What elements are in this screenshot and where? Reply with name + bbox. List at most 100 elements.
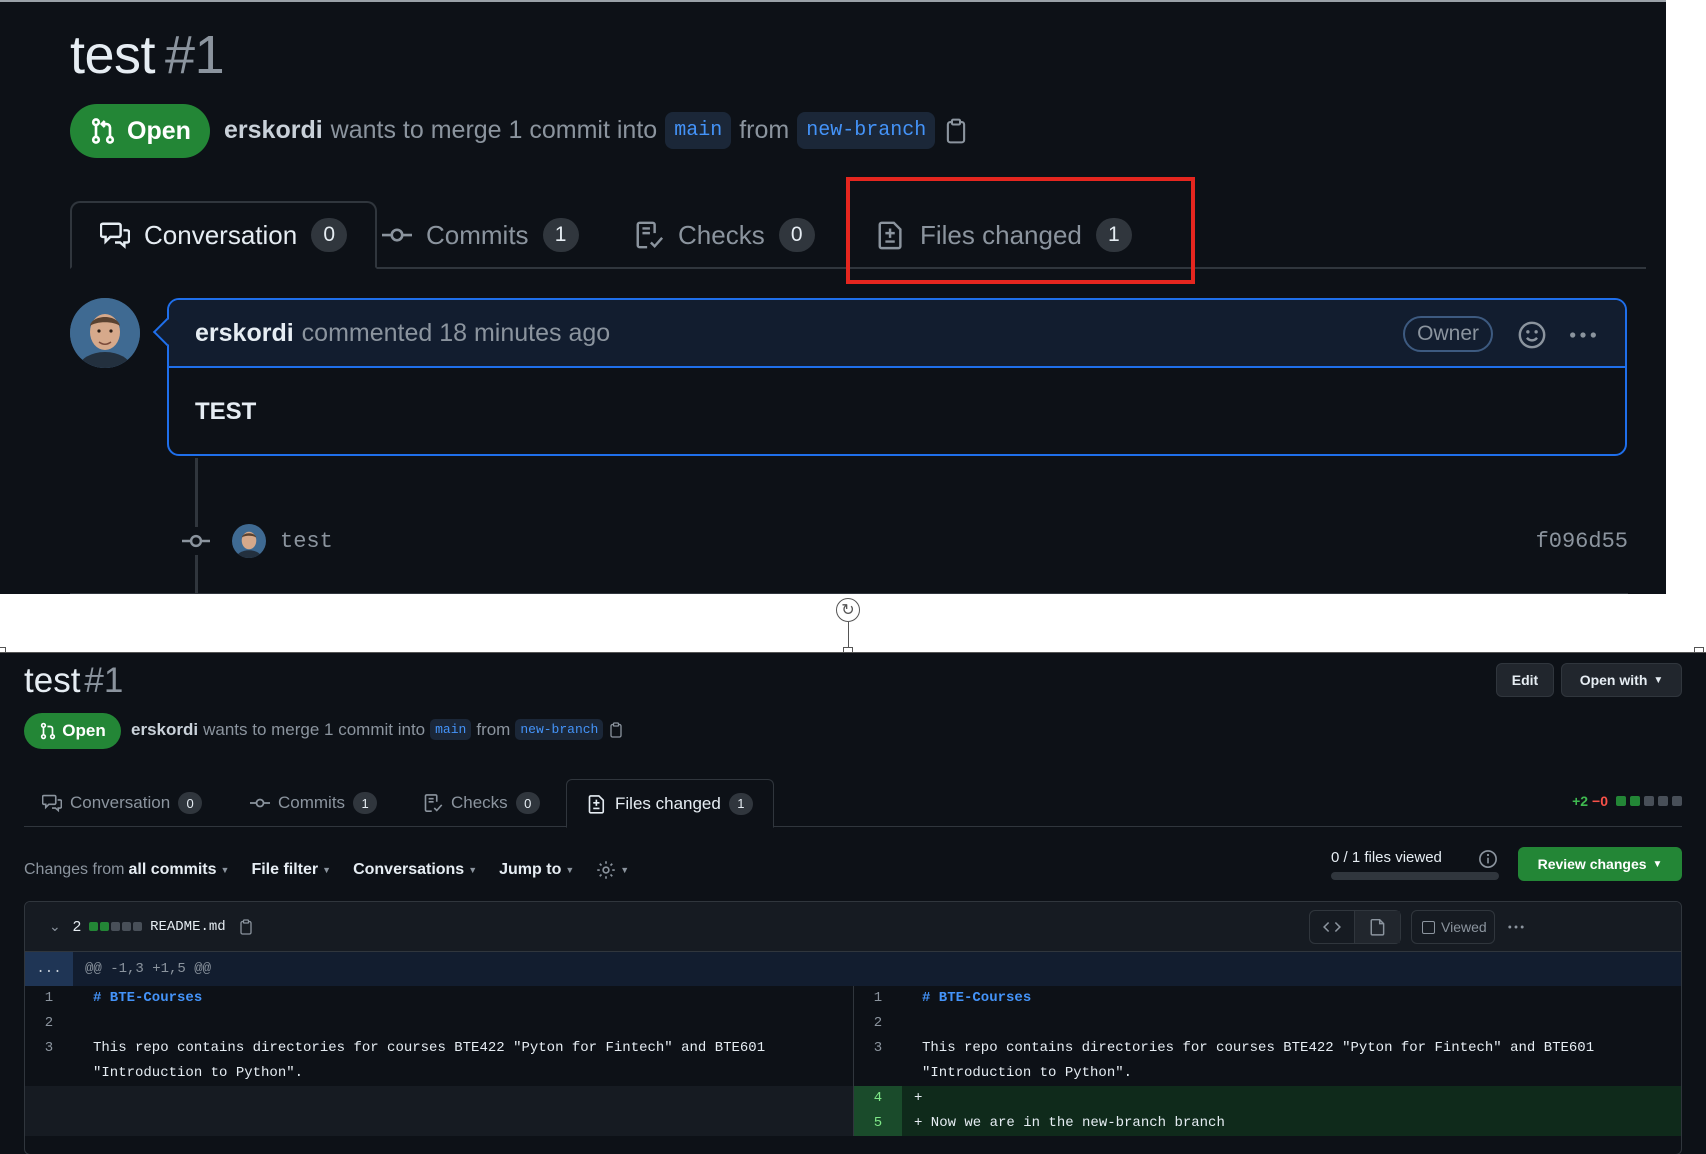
diff-line-empty [25, 1086, 853, 1136]
base-branch[interactable]: main [430, 719, 472, 740]
line-code: This repo contains directories for cours… [93, 1040, 774, 1081]
changes-from-dropdown[interactable]: Changes from all commits ▼ [24, 861, 229, 879]
edit-button[interactable]: Edit [1496, 663, 1554, 697]
open-with-button[interactable]: Open with ▼ [1561, 663, 1682, 697]
triangle-down-icon: ▼ [468, 865, 478, 875]
author-link[interactable]: erskordi [224, 116, 323, 145]
tab-conversation[interactable]: Conversation 0 [70, 201, 378, 269]
jump-to-dropdown[interactable]: Jump to ▼ [499, 861, 574, 879]
line-code: This repo contains directories for cours… [922, 1040, 1603, 1081]
base-branch[interactable]: main [665, 112, 732, 149]
copy-icon[interactable] [943, 117, 969, 145]
tab-label: Checks [678, 219, 765, 250]
git-commit-icon [382, 228, 412, 242]
comment-timestamp: commented 18 minutes ago [301, 318, 611, 347]
files-viewed-progress [1331, 872, 1499, 880]
code-view-button[interactable] [1310, 911, 1356, 943]
triangle-down-icon: ▼ [620, 865, 630, 875]
file-name[interactable]: README.md [150, 919, 226, 935]
rotate-handle-line [848, 622, 849, 650]
git-commit-icon [250, 798, 270, 808]
view-toggle [1309, 910, 1401, 944]
tab-counter: 0 [515, 792, 540, 814]
commit-message[interactable]: test [280, 529, 333, 554]
line-number[interactable]: 4 [854, 1086, 902, 1111]
triangle-down-icon: ▼ [565, 865, 575, 875]
conversations-dropdown[interactable]: Conversations ▼ [353, 861, 477, 879]
head-branch[interactable]: new-branch [515, 719, 604, 740]
rich-view-button[interactable] [1355, 911, 1400, 943]
tab-commits[interactable]: Commits 1 [382, 201, 579, 269]
tab-checks[interactable]: Checks 0 [423, 779, 540, 827]
head-branch[interactable]: new-branch [797, 112, 936, 149]
line-number[interactable]: 1 [25, 986, 73, 1011]
divider [70, 593, 1628, 594]
status-label: Open [62, 721, 106, 740]
line-code: # BTE-Courses [922, 990, 1032, 1006]
diff-line: 1 # BTE-Courses [25, 986, 853, 1011]
file-diff-icon [588, 794, 605, 814]
pull-request-icon [41, 722, 56, 740]
avatar[interactable] [232, 524, 266, 558]
copy-icon[interactable] [608, 721, 624, 739]
checklist-icon [636, 221, 664, 249]
commit-sha[interactable]: f096d55 [1536, 529, 1628, 554]
diff-right-side: 1 # BTE-Courses 2 3 This repo contains d… [854, 986, 1681, 1136]
open-with-label: Open with [1579, 672, 1648, 688]
triangle-down-icon: ▼ [322, 865, 332, 875]
tab-label: Files changed [615, 793, 721, 813]
pr-number: #1 [165, 25, 225, 85]
pr-number: #1 [84, 661, 124, 700]
diffstat-block [1630, 796, 1640, 806]
gear-icon [597, 861, 616, 879]
status-badge: Open [24, 713, 121, 749]
comment-author[interactable]: erskordi [195, 319, 294, 348]
tab-commits[interactable]: Commits 1 [250, 779, 378, 827]
line-code: + [914, 1090, 923, 1106]
highlight-box [846, 177, 1195, 284]
kebab-horizontal-icon[interactable] [1505, 918, 1527, 936]
diff-line: 3 This repo contains directories for cou… [854, 1036, 1681, 1086]
line-number[interactable]: 3 [854, 1036, 902, 1086]
commit-row: test f096d55 [182, 524, 1628, 558]
line-number[interactable]: 5 [854, 1111, 902, 1136]
jump-to-label: Jump to [499, 861, 562, 878]
diffstat-block [1658, 796, 1668, 806]
review-changes-button[interactable]: Review changes ▼ [1518, 847, 1682, 881]
pr-tabs: Conversation 0 Commits 1 Checks 0 Files … [24, 779, 1682, 828]
line-number[interactable]: 1 [854, 986, 902, 1011]
tab-files-changed[interactable]: Files changed 1 [566, 779, 774, 828]
line-number[interactable]: 3 [25, 1036, 73, 1086]
expand-hunk-button[interactable]: ... [25, 952, 73, 986]
viewed-label: Viewed [1441, 919, 1487, 935]
file-filter-dropdown[interactable]: File filter ▼ [251, 861, 331, 879]
copy-icon[interactable] [238, 918, 254, 936]
settings-dropdown[interactable]: ▼ [596, 860, 629, 880]
from-text: from [476, 719, 511, 739]
viewed-checkbox[interactable]: Viewed [1411, 910, 1495, 944]
tab-counter: 1 [353, 792, 378, 814]
diff-line: 3 This repo contains directories for cou… [25, 1036, 853, 1086]
rotate-handle-icon[interactable]: ↻ [836, 598, 860, 622]
smiley-icon[interactable] [1517, 320, 1547, 350]
kebab-horizontal-icon[interactable] [1567, 320, 1599, 350]
avatar[interactable] [70, 298, 140, 368]
comment-header: erskordi commented 18 minutes ago Owner [169, 300, 1625, 368]
tab-counter: 1 [728, 792, 753, 815]
tab-conversation[interactable]: Conversation 0 [42, 779, 203, 827]
line-number[interactable]: 2 [25, 1011, 73, 1036]
chevron-down-icon[interactable]: ⌄ [49, 918, 61, 935]
info-icon[interactable] [1478, 849, 1498, 869]
lines-added: +2 [1572, 793, 1589, 809]
author-link[interactable]: erskordi [131, 720, 198, 740]
diff-line-added: 5 + Now we are in the new-branch branch [854, 1111, 1681, 1136]
tab-counter: 0 [778, 218, 815, 252]
line-number[interactable]: 2 [854, 1011, 902, 1036]
status-badge: Open [70, 104, 210, 158]
lines-removed: −0 [1592, 793, 1608, 809]
from-text: from [739, 116, 790, 144]
diff-line-added: 4 + [854, 1086, 1681, 1111]
tab-checks[interactable]: Checks 0 [634, 201, 815, 269]
tab-label: Checks [451, 793, 508, 812]
